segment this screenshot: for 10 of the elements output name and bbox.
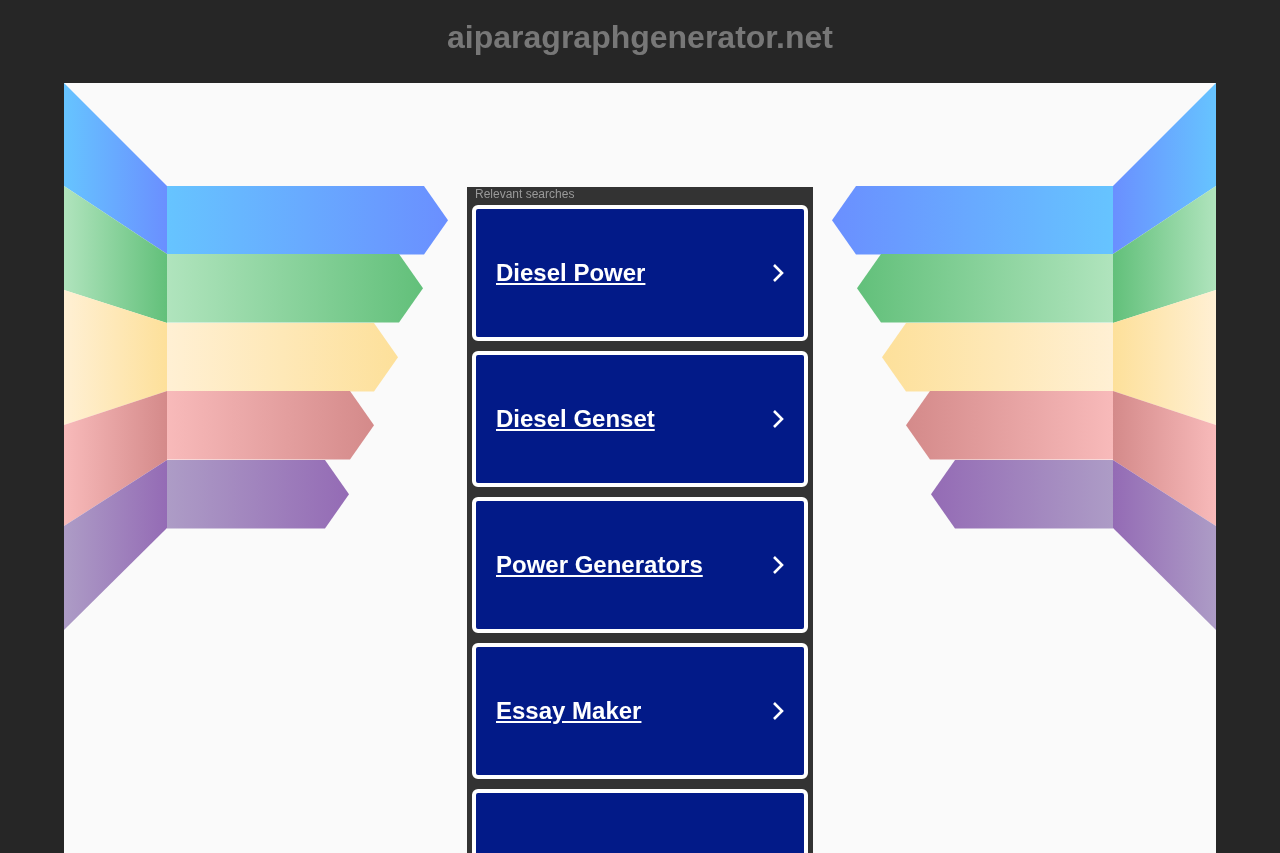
chevron-right-icon [772,701,784,721]
search-link[interactable]: Power Generators [472,497,808,633]
chevron-right-icon [772,263,784,283]
search-link[interactable]: Essay Maker [472,643,808,779]
search-link[interactable]: Diesel Power [472,205,808,341]
chevron-right-icon [772,555,784,575]
domain-name: aiparagraphgenerator.net [447,19,833,56]
search-link[interactable]: Diesel Genset [472,351,808,487]
chevron-right-icon [772,409,784,429]
section-title: Relevant searches [475,187,576,201]
